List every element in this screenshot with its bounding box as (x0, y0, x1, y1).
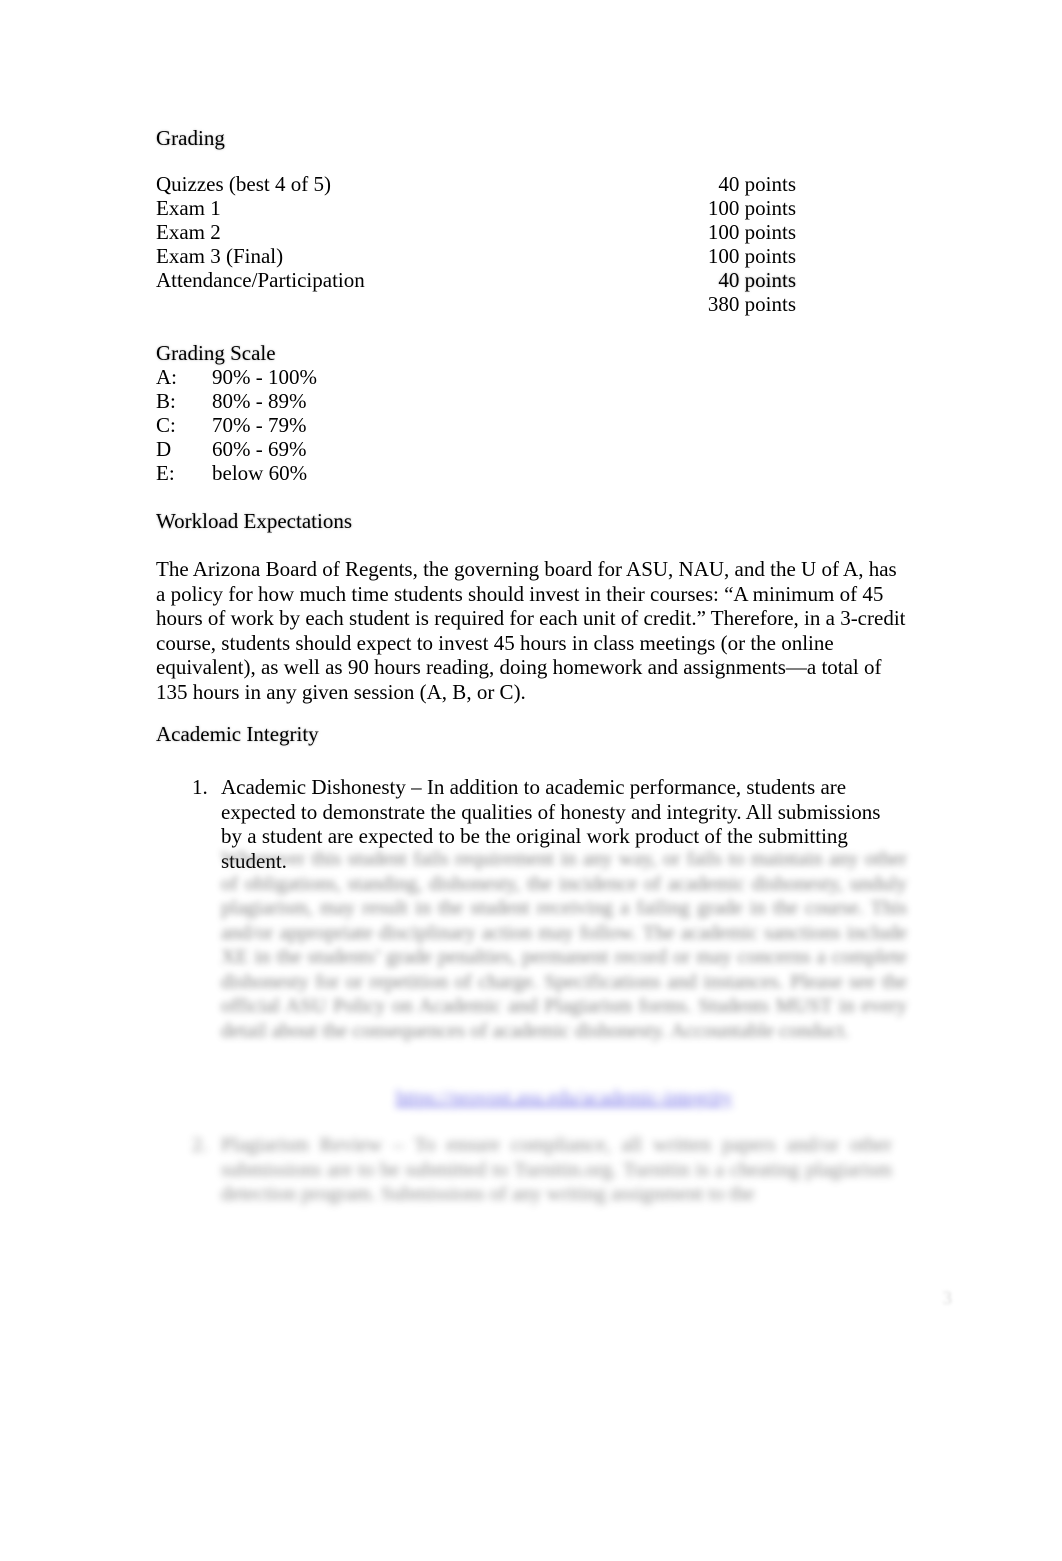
table-row: Exam 2 100 points (156, 220, 796, 244)
list-marker: 2. (192, 1134, 208, 1156)
grading-item-label: Attendance/Participation (156, 268, 365, 292)
grading-scale-block: Grading Scale A: 90% - 100% B: 80% - 89%… (156, 341, 317, 485)
redacted-paragraph: Whenever this student fails requirement … (221, 848, 907, 1042)
grade-letter: B: (156, 389, 176, 413)
list-item: C: 70% - 79% (156, 413, 317, 437)
grade-range: 80% - 89% (212, 389, 307, 413)
table-row: Quizzes (best 4 of 5) 40 points (156, 172, 796, 196)
grade-letter: A: (156, 365, 177, 389)
grade-letter: D (156, 437, 172, 461)
list-item: D 60% - 69% (156, 437, 317, 461)
grading-scale-heading: Grading Scale (156, 341, 276, 365)
grade-letter: E: (156, 461, 175, 485)
table-row: Exam 1 100 points (156, 196, 796, 220)
grading-item-points: 100 points (707, 196, 796, 220)
grade-range: below 60% (212, 461, 308, 485)
list-item: A: 90% - 100% (156, 365, 317, 389)
list-marker: 1. (192, 775, 208, 799)
grading-item-label: Exam 3 (Final) (156, 244, 284, 268)
document-page: Grading Quizzes (best 4 of 5) 40 points … (0, 0, 1062, 1561)
grade-range: 90% - 100% (212, 365, 317, 389)
grading-total-points: 380 points (707, 292, 796, 316)
grading-item-points: 100 points (707, 220, 796, 244)
list-item: 2. Plagiarism Review – To ensure complia… (192, 1133, 892, 1207)
grading-item-label: Exam 1 (156, 196, 221, 220)
grading-total-row: 380 points (156, 292, 796, 316)
workload-expectations-heading: Workload Expectations (156, 509, 353, 533)
page-number: 3 (942, 1288, 953, 1309)
grading-item-points: 40 points (718, 268, 796, 292)
table-row: Attendance/Participation 40 points (156, 268, 796, 292)
list-item: E: below 60% (156, 461, 317, 485)
grading-item-label: Quizzes (best 4 of 5) (156, 172, 331, 196)
table-row: Exam 3 (Final) 100 points (156, 244, 796, 268)
grading-item-label: Exam 2 (156, 220, 221, 244)
grading-table: Quizzes (best 4 of 5) 40 points Exam 1 1… (156, 172, 796, 316)
grade-letter: C: (156, 413, 176, 437)
grade-range: 60% - 69% (212, 437, 307, 461)
academic-integrity-heading: Academic Integrity (156, 722, 319, 746)
workload-expectations-paragraph: The Arizona Board of Regents, the govern… (156, 557, 906, 704)
list-item: B: 80% - 89% (156, 389, 317, 413)
grading-item-points: 40 points (718, 172, 796, 196)
grade-range: 70% - 79% (212, 413, 307, 437)
grading-heading: Grading (156, 126, 225, 150)
grading-item-points: 100 points (707, 244, 796, 268)
academic-integrity-policy-link[interactable]: https://provost.asu.edu/academic-integri… (221, 1086, 907, 1110)
plagiarism-review-text: Plagiarism Review – To ensure compliance… (221, 1134, 892, 1205)
